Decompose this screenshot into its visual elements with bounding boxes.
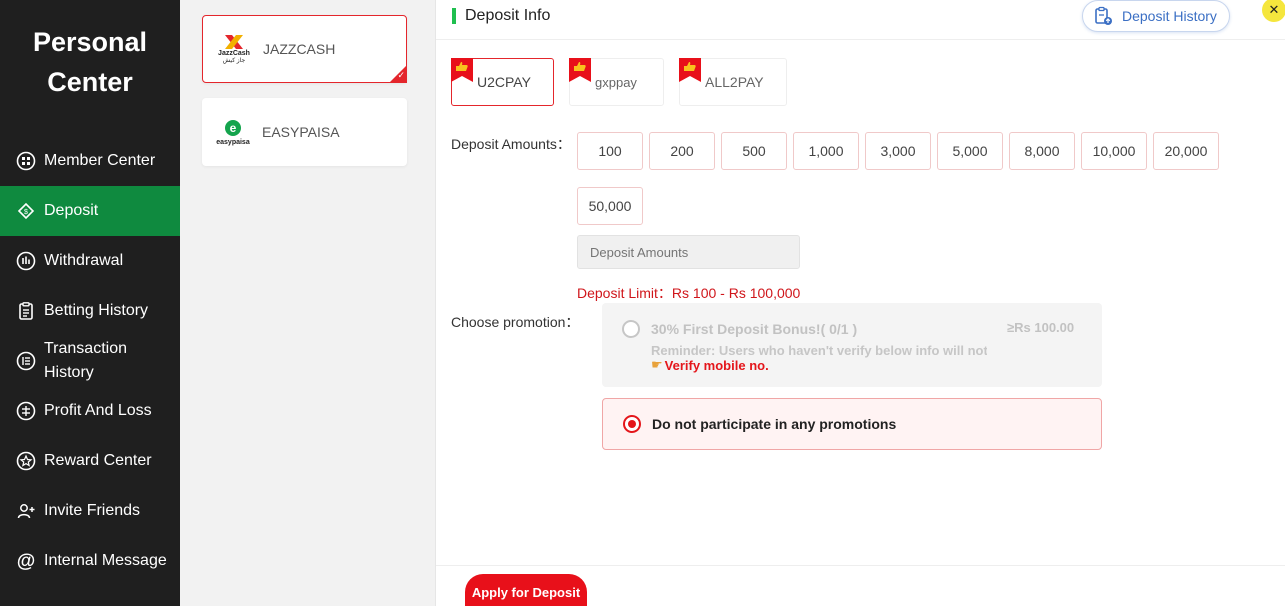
amount-option[interactable]: 10,000 [1081,132,1147,170]
amount-option[interactable]: 8,000 [1009,132,1075,170]
deposit-main-panel: Deposit Info Deposit History ✕ U2CPAY gx… [435,0,1285,606]
sidebar-item-invite-friends[interactable]: Invite Friends [0,486,180,536]
sidebar-title: Personal Center [0,0,180,136]
sidebar-item-deposit[interactable]: $ Deposit [0,186,180,236]
sidebar-item-label: Profit And Loss [44,402,152,419]
sidebar-item-withdrawal[interactable]: Withdrawal [0,236,180,286]
channel-u2cpay[interactable]: U2CPAY [451,58,554,106]
svg-text:$: $ [24,209,28,216]
verify-mobile-link[interactable]: ☛ Verify mobile no. [651,357,769,373]
sidebar: Personal Center Member Center $ Deposit … [0,0,180,606]
reward-icon [15,450,37,472]
invite-icon [15,500,37,522]
sidebar-item-label-line1: Transaction [44,340,127,357]
sidebar-item-label: Invite Friends [44,502,141,519]
promotion-reminder: Reminder: Users who haven't verify below… [651,343,987,358]
jazzcash-logo-text-urdu: جاز کیش [222,57,246,64]
sidebar-item-label: Member Center [44,152,156,169]
transaction-history-icon [15,350,37,372]
apply-for-deposit-button[interactable]: Apply for Deposit [465,574,587,606]
deposit-limit-text: Deposit Limit：Rs 100 - Rs 100,000 [577,285,801,301]
sidebar-item-label: Reward Center [44,452,152,469]
deposit-amounts-label: Deposit Amounts： [451,136,571,152]
deposit-history-label: Deposit History [1122,8,1217,24]
amount-option[interactable]: 100 [577,132,643,170]
method-card-easypaisa[interactable]: e easypaisa EASYPAISA [202,98,407,166]
sidebar-item-label: Betting History [44,302,149,319]
pointing-hand-icon: ☛ [651,357,663,372]
sidebar-item-reward-center[interactable]: Reward Center [0,436,180,486]
withdrawal-icon [15,250,37,272]
sidebar-item-label: Transaction History [44,337,127,385]
svg-text:@: @ [17,551,36,571]
amount-option[interactable]: 20,000 [1153,132,1219,170]
sidebar-item-betting-history[interactable]: Betting History [0,286,180,336]
amount-option[interactable]: 5,000 [937,132,1003,170]
deposit-amount-input[interactable] [577,235,800,269]
sidebar-item-label: Withdrawal [44,252,124,269]
amount-option[interactable]: 200 [649,132,715,170]
svg-text:e: e [230,121,237,135]
channel-all2pay[interactable]: ALL2PAY [679,58,787,106]
method-label: JAZZCASH [263,41,336,57]
sidebar-item-member-center[interactable]: Member Center [0,136,180,186]
channel-label: gxppay [595,74,637,90]
sidebar-item-profit-and-loss[interactable]: Profit And Loss [0,386,180,436]
easypaisa-logo-text: easypaisa [216,138,250,146]
deposit-history-button[interactable]: Deposit History [1082,0,1230,32]
history-doc-icon [1095,6,1112,25]
page-title: Deposit Info [452,7,550,25]
verify-mobile-label: Verify mobile no. [664,357,769,373]
sidebar-item-label: Internal Message [44,552,167,569]
recommend-thumb-icon [679,58,701,82]
amount-option[interactable]: 500 [721,132,787,170]
profit-loss-icon [15,400,37,422]
amount-option[interactable]: 50,000 [577,187,643,225]
deposit-footer: Apply for Deposit [436,565,1285,606]
promotion-option-first-deposit[interactable]: 30% First Deposit Bonus!( 0/1 ) ≥Rs 100.… [602,303,1102,387]
jazzcash-logo-icon: JazzCash جاز کیش [217,29,251,69]
at-icon: @ [15,550,37,572]
method-label: EASYPAISA [262,124,340,140]
sidebar-title-line2: Center [47,67,133,97]
member-icon [15,150,37,172]
choose-promotion-label: Choose promotion： [451,314,580,330]
promotion-option-none[interactable]: Do not participate in any promotions [602,398,1102,450]
sidebar-item-label-line2: History [44,364,94,381]
deposit-icon: $ [15,200,37,222]
easypaisa-logo-icon: e easypaisa [216,112,250,152]
promotion-title: 30% First Deposit Bonus!( 0/1 ) [651,321,858,337]
deposit-header: Deposit Info Deposit History ✕ [436,0,1285,40]
recommend-thumb-icon [451,58,473,82]
selected-check-icon: ✓ [389,65,407,83]
sidebar-title-line1: Personal [32,27,148,57]
promotion-min-amount: ≥Rs 100.00 [1007,320,1075,335]
sidebar-item-internal-message[interactable]: @ Internal Message [0,536,180,586]
close-icon: ✕ [1268,2,1280,17]
jazzcash-logo-text: JazzCash [218,49,250,57]
amount-option[interactable]: 1,000 [793,132,859,170]
channel-label: ALL2PAY [705,74,764,90]
channel-label: U2CPAY [477,74,531,90]
sidebar-item-label: Deposit [44,202,99,219]
recommend-thumb-icon [569,58,591,82]
close-button[interactable]: ✕ [1262,0,1285,22]
betting-history-icon [15,300,37,322]
no-promotion-label: Do not participate in any promotions [652,416,897,432]
payment-methods-panel: JazzCash جاز کیش JAZZCASH ✓ e easypaisa … [180,0,435,606]
sidebar-item-transaction-history[interactable]: Transaction History [0,336,180,386]
no-promotion-radio[interactable] [623,415,641,433]
promotion-radio[interactable] [622,320,640,338]
method-card-jazzcash[interactable]: JazzCash جاز کیش JAZZCASH ✓ [202,15,407,83]
amount-option[interactable]: 3,000 [865,132,931,170]
channel-gxppay[interactable]: gxppay [569,58,664,106]
